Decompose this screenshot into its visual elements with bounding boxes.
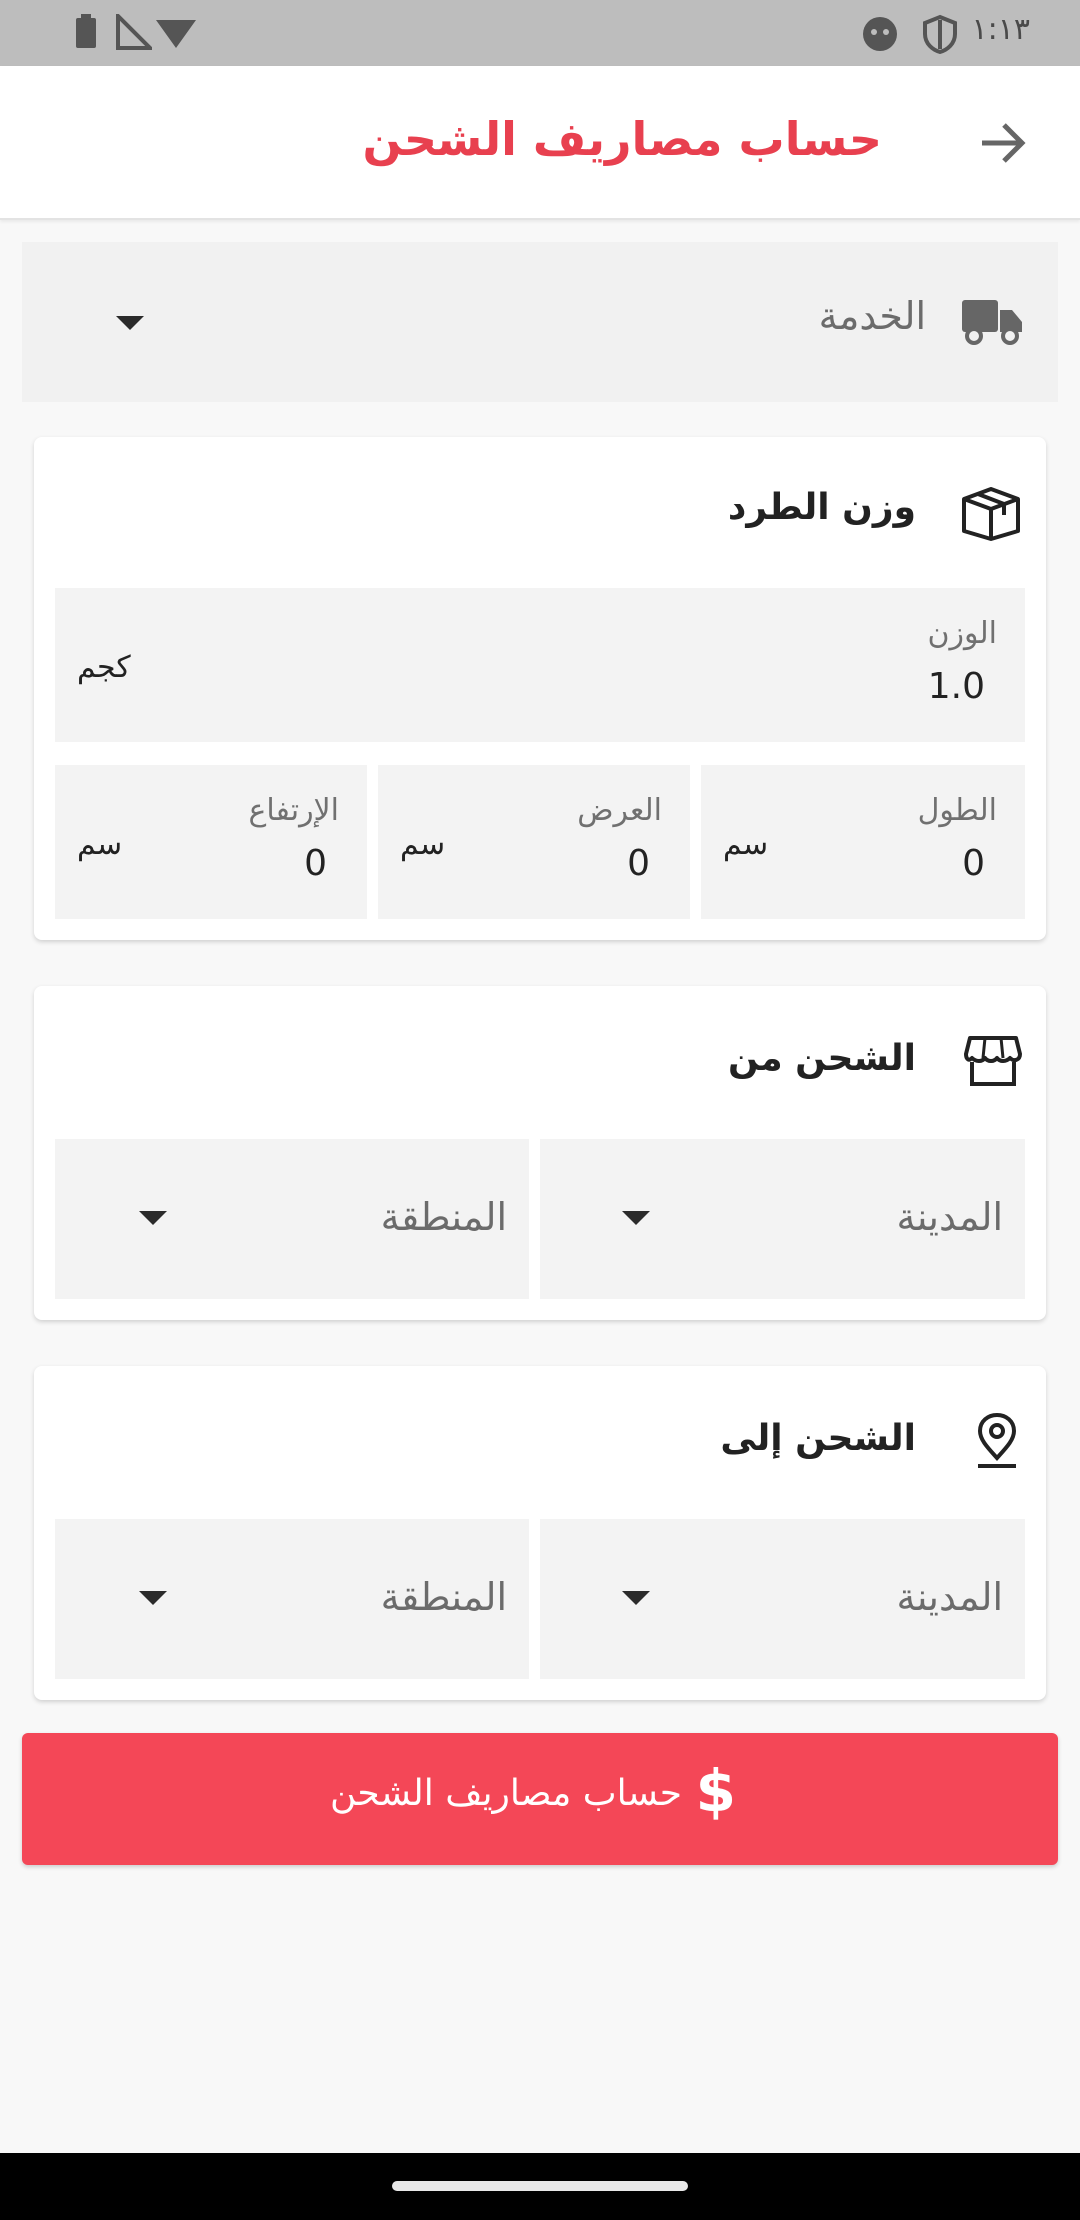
ship-to-city-label: المدينة xyxy=(896,1575,1003,1619)
navigation-bar xyxy=(0,2153,1080,2220)
page-title: حساب مصاريف الشحن xyxy=(362,112,883,166)
chevron-down-icon xyxy=(622,1211,650,1225)
ship-to-area-select[interactable]: المنطقة xyxy=(55,1519,529,1679)
height-value[interactable]: 0 xyxy=(304,843,327,884)
wifi-icon xyxy=(156,20,196,48)
weight-label: الوزن xyxy=(927,616,998,651)
face-icon xyxy=(863,17,897,51)
width-unit: سم xyxy=(400,827,446,862)
package-title: وزن الطرد xyxy=(727,487,916,528)
length-value[interactable]: 0 xyxy=(962,843,985,884)
length-label: الطول xyxy=(917,793,997,828)
calculate-button-label: حساب مصاريف الشحن xyxy=(330,1773,682,1814)
status-time: ١:١٣ xyxy=(971,12,1030,47)
height-field[interactable]: الإرتفاع 0 سم xyxy=(55,765,367,919)
signal-icon xyxy=(116,14,152,50)
ship-to-card: الشحن إلى المدينة المنطقة xyxy=(34,1366,1046,1700)
height-unit: سم xyxy=(77,827,123,862)
ship-from-city-select[interactable]: المدينة xyxy=(540,1139,1025,1299)
truck-icon xyxy=(962,300,1022,345)
height-label: الإرتفاع xyxy=(248,793,340,828)
dollar-icon: $ xyxy=(695,1757,736,1825)
weight-field[interactable]: الوزن 1.0 كجم xyxy=(55,588,1025,742)
ship-from-area-label: المنطقة xyxy=(380,1195,507,1239)
calculate-shipping-button[interactable]: $ حساب مصاريف الشحن xyxy=(22,1733,1058,1865)
weight-unit: كجم xyxy=(77,650,131,685)
shield-icon xyxy=(923,14,957,54)
width-field[interactable]: العرض 0 سم xyxy=(378,765,690,919)
ship-from-area-select[interactable]: المنطقة xyxy=(55,1139,529,1299)
chevron-down-icon xyxy=(116,316,144,330)
ship-to-city-select[interactable]: المدينة xyxy=(540,1519,1025,1679)
width-label: العرض xyxy=(577,793,662,828)
ship-from-city-label: المدينة xyxy=(896,1195,1003,1239)
home-gesture-handle[interactable] xyxy=(392,2181,688,2191)
store-icon xyxy=(964,1036,1022,1086)
chevron-down-icon xyxy=(622,1591,650,1605)
status-bar: ١:١٣ xyxy=(0,0,1080,66)
chevron-down-icon xyxy=(139,1591,167,1605)
ship-to-area-label: المنطقة xyxy=(380,1575,507,1619)
ship-from-title: الشحن من xyxy=(727,1038,916,1079)
ship-from-card: الشحن من المدينة المنطقة xyxy=(34,986,1046,1320)
service-select[interactable]: الخدمة xyxy=(22,242,1058,402)
app-bar: حساب مصاريف الشحن xyxy=(0,66,1080,220)
length-field[interactable]: الطول 0 سم xyxy=(701,765,1025,919)
package-card: وزن الطرد الوزن 1.0 كجم الطول 0 سم العرض… xyxy=(34,437,1046,940)
chevron-down-icon xyxy=(139,1211,167,1225)
box-icon xyxy=(962,487,1020,541)
battery-icon xyxy=(76,14,96,48)
width-value[interactable]: 0 xyxy=(627,843,650,884)
weight-value[interactable]: 1.0 xyxy=(928,666,985,707)
location-pin-icon xyxy=(977,1412,1017,1468)
ship-to-title: الشحن إلى xyxy=(720,1418,916,1459)
service-label: الخدمة xyxy=(818,294,926,338)
length-unit: سم xyxy=(723,827,769,862)
arrow-right-icon[interactable] xyxy=(976,116,1030,170)
